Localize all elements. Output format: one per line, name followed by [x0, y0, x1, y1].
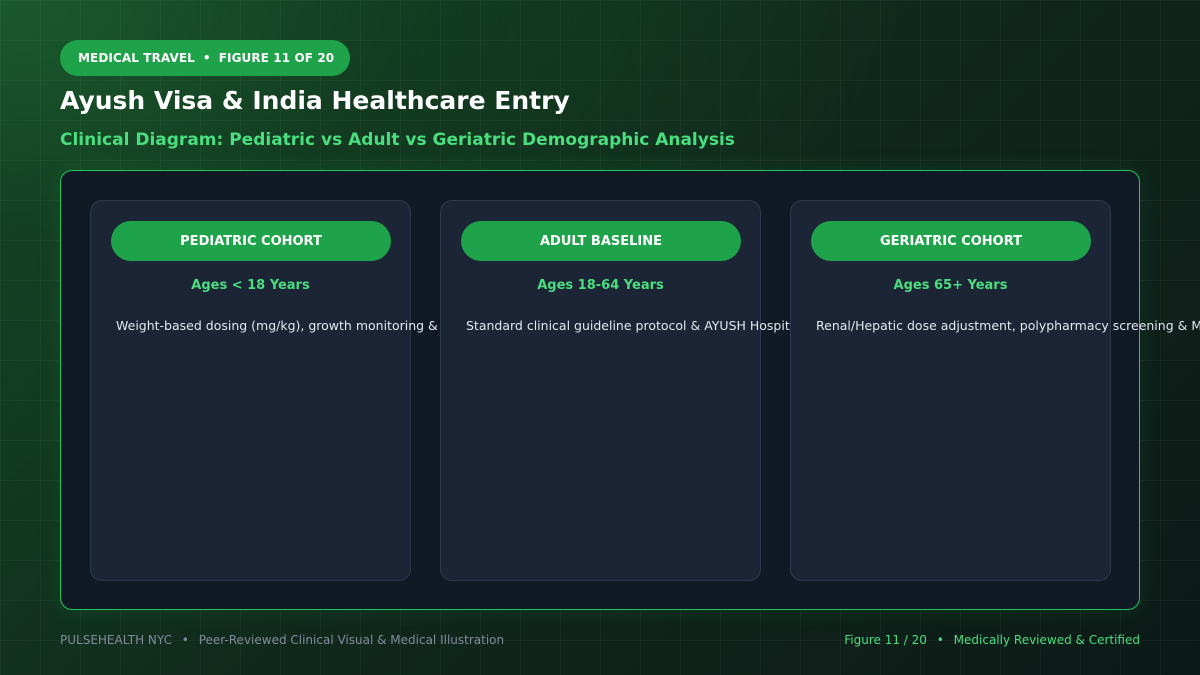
footer-separator: • — [181, 633, 189, 647]
page-subtitle: Clinical Diagram: Pediatric vs Adult vs … — [60, 130, 735, 150]
cohort-card-pediatric: PEDIATRIC COHORT Ages < 18 Years Weight-… — [90, 200, 462, 581]
header-badge: MEDICAL TRAVEL • FIGURE 11 OF 20 — [60, 40, 350, 76]
cohort-description-pediatric: Weight-based dosing (mg/kg), growth moni… — [116, 318, 462, 333]
cohort-age-geriatric: Ages 65+ Years — [893, 278, 1008, 293]
badge-separator: • — [202, 51, 211, 65]
cohort-card-adult: ADULT BASELINE Ages 18-64 Years Standard… — [440, 200, 813, 581]
cohort-description-geriatric: Renal/Hepatic dose adjustment, polypharm… — [816, 318, 1200, 333]
footer-brand: PULSEHEALTH NYC — [60, 633, 172, 647]
badge-figure-number: FIGURE 11 OF 20 — [218, 51, 335, 65]
footer-separator-right: • — [936, 633, 944, 647]
footer-tagline: Peer-Reviewed Clinical Visual & Medical … — [198, 633, 505, 647]
footer-credit: PULSEHEALTH NYC • Peer-Reviewed Clinical… — [60, 633, 504, 647]
diagram-panel: PEDIATRIC COHORT Ages < 18 Years Weight-… — [60, 170, 1200, 610]
footer-figure-number: Figure 11 / 20 — [844, 633, 927, 647]
footer-certification: Medically Reviewed & Certified — [953, 633, 1140, 647]
cohort-label-adult: ADULT BASELINE — [461, 221, 741, 261]
badge-category: MEDICAL TRAVEL — [78, 51, 195, 65]
cohort-age-pediatric: Ages < 18 Years — [191, 278, 310, 293]
cohort-label-pediatric: PEDIATRIC COHORT — [111, 221, 391, 261]
cohort-age-adult: Ages 18-64 Years — [537, 278, 664, 293]
cohort-label-geriatric: GERIATRIC COHORT — [811, 221, 1091, 261]
page-title: Ayush Visa & India Healthcare Entry — [60, 86, 570, 115]
footer-figure-info: Figure 11 / 20 • Medically Reviewed & Ce… — [844, 633, 1140, 647]
cohort-card-geriatric: GERIATRIC COHORT Ages 65+ Years Renal/He… — [790, 200, 1200, 581]
cohort-description-adult: Standard clinical guideline protocol & A… — [466, 318, 814, 333]
